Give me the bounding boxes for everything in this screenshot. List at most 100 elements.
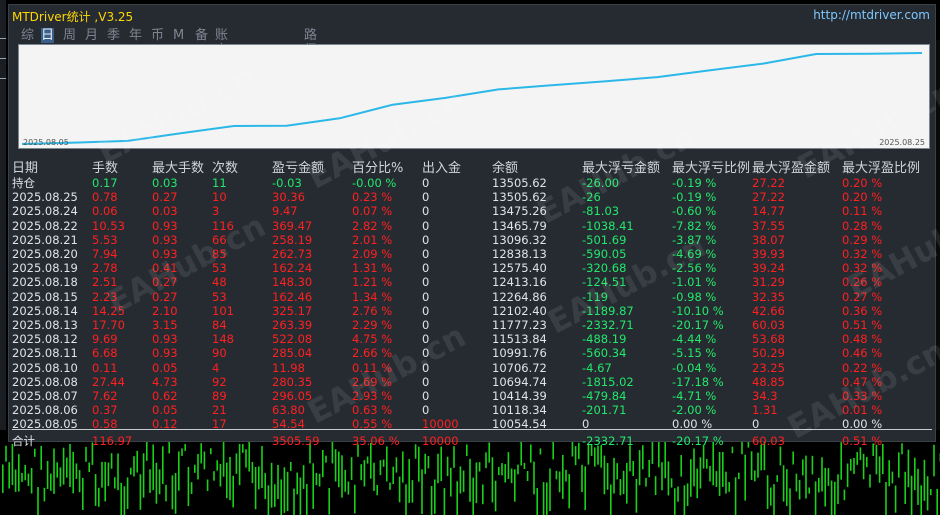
cell-flow: 0	[422, 318, 430, 332]
candle-bar	[395, 457, 398, 473]
cell-max_lots: 0.03	[152, 204, 178, 219]
cell-count: 89	[212, 389, 227, 403]
candle-bar	[869, 474, 871, 488]
candle-bar	[341, 455, 343, 498]
candle-bar	[853, 458, 855, 474]
candle-bar	[782, 465, 785, 502]
candle-bar	[805, 455, 807, 499]
candle-bar	[846, 463, 849, 488]
column-header-1[interactable]: 手数	[92, 161, 118, 177]
table-row: 2025.08.11 6.68 0.93 90 285.04 2.66 % 0 10991.7…	[9, 346, 935, 360]
candle-bar	[360, 464, 362, 481]
cell-pct: 2.69 %	[352, 374, 393, 389]
cell-max_float_profit: 37.55	[752, 218, 785, 233]
cell-max_float_loss: -320.68	[582, 261, 627, 276]
tab-8[interactable]: 备	[195, 28, 208, 43]
candle-bar	[123, 486, 126, 515]
tab-2[interactable]: 周	[63, 28, 76, 43]
cell-max_float_profit: 14.77	[752, 204, 785, 219]
candle-bar	[834, 481, 836, 515]
cell-max_float_loss: -119	[582, 289, 609, 304]
column-header-9[interactable]: 最大浮亏比例	[672, 161, 750, 177]
table-row: 2025.08.07 7.62 0.62 89 296.05 2.93 % 0 10414.3…	[9, 389, 935, 403]
cell-max_float_loss_pct: -20.17 %	[672, 433, 724, 448]
cell-flow: 0	[422, 403, 430, 418]
column-header-4[interactable]: 盈亏金额	[272, 161, 324, 177]
candle-bar	[334, 449, 337, 482]
cell-max_float_loss: -201.71	[582, 403, 627, 418]
candle-bar	[789, 488, 791, 515]
candle-bar	[462, 470, 465, 492]
column-header-5[interactable]: 百分比%	[352, 161, 403, 177]
candle-bar	[936, 488, 938, 515]
candle-bar	[776, 475, 778, 482]
candle-bar	[18, 454, 20, 492]
cell-pct: 1.34 %	[352, 289, 393, 304]
candle-bar	[456, 481, 458, 515]
cell-pnl: 263.39	[272, 318, 313, 332]
cell-balance: 12413.16	[492, 275, 547, 290]
cell-max_float_loss: -1189.87	[582, 303, 634, 318]
cell-max_float_loss_pct: -4.44 %	[672, 332, 717, 347]
candle-bar	[622, 470, 625, 495]
candle-bar	[197, 454, 199, 480]
candle-bar	[34, 448, 36, 457]
column-header-6[interactable]: 出入金	[422, 161, 461, 177]
cell-max_float_loss_pct: -17.18 %	[672, 374, 724, 389]
cell-max_float_loss: -26.00	[582, 176, 620, 190]
cell-max_float_profit_pct: 0.36 %	[842, 303, 883, 318]
candle-bar	[370, 443, 372, 479]
candle-bar	[594, 447, 596, 467]
candle-bar	[258, 466, 260, 490]
candle-bar	[862, 453, 865, 480]
cell-max_float_profit: 32.35	[752, 289, 785, 304]
edge-tick	[0, 78, 6, 79]
candle-bar	[533, 461, 535, 495]
candle-bar	[142, 453, 145, 498]
column-header-2[interactable]: 最大手数	[152, 161, 204, 177]
table-row: 持仓 0.17 0.03 11 -0.03 -0.00 % 0 13505.62 -26.00 -…	[9, 176, 935, 190]
cell-balance: 11513.84	[492, 332, 547, 347]
candle-bar	[290, 462, 292, 471]
tab-1[interactable]: 日	[41, 28, 55, 43]
candle-bar	[277, 464, 279, 499]
column-header-8[interactable]: 最大浮亏金额	[582, 161, 660, 177]
column-header-3[interactable]: 次数	[212, 161, 238, 177]
website-link[interactable]: http://mtdriver.com	[813, 8, 930, 22]
candle-bar	[293, 488, 295, 515]
column-header-0[interactable]: 日期	[12, 161, 38, 177]
candle-bar	[72, 451, 74, 494]
cell-count: 21	[212, 403, 227, 418]
cell-balance: 13475.26	[492, 204, 547, 219]
tab-7[interactable]: M	[173, 28, 184, 43]
cell-pnl: 325.17	[272, 303, 313, 318]
cell-flow: 0	[422, 346, 430, 361]
candle-bar	[472, 477, 474, 515]
cell-lots: 7.94	[92, 247, 118, 261]
cell-lots: 10.53	[92, 218, 125, 233]
candle-bar	[501, 463, 503, 476]
tab-6[interactable]: 币	[151, 28, 164, 43]
tab-4[interactable]: 季	[107, 28, 120, 43]
candle-bar	[821, 457, 823, 492]
cell-lots: 2.51	[92, 275, 118, 290]
cell-date: 2025.08.10	[12, 360, 78, 375]
candle-bar	[827, 468, 830, 486]
column-header-11[interactable]: 最大浮盈比例	[842, 161, 920, 177]
candle-bar	[53, 448, 55, 494]
cell-pct: 1.31 %	[352, 261, 393, 276]
cell-date: 2025.08.13	[12, 318, 78, 332]
candle-bar	[555, 470, 558, 480]
cell-max_float_loss: -81.03	[582, 204, 620, 219]
cell-pct: -0.00 %	[352, 176, 397, 190]
candle-bar	[453, 446, 455, 468]
column-header-10[interactable]: 最大浮盈金额	[752, 161, 830, 177]
cell-max_float_profit: 53.68	[752, 332, 785, 347]
cell-max_float_loss_pct: -0.19 %	[672, 190, 717, 205]
tab-0[interactable]: 综	[21, 28, 34, 43]
column-header-7[interactable]: 余额	[492, 161, 518, 177]
candle-bar	[459, 466, 462, 494]
candle-bar	[926, 476, 929, 511]
tab-5[interactable]: 年	[129, 28, 142, 43]
tab-3[interactable]: 月	[85, 28, 98, 43]
